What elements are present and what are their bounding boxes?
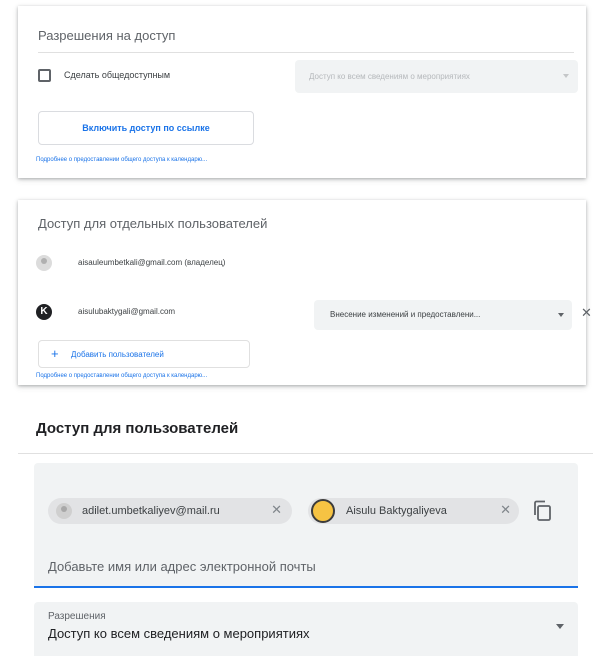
recipient-chip-label: Aisulu Baktygaliyeva [346,505,447,517]
permissions-label: Разрешения [48,611,106,622]
permissions-select[interactable]: Разрешения Доступ ко всем сведениям о ме… [34,602,578,656]
make-public-checkbox[interactable] [38,69,51,82]
avatar: K [36,304,52,320]
divider [18,453,593,454]
user-access-dialog: Доступ для пользователей adilet.umbetkal… [18,406,593,656]
plus-icon: + [51,346,59,361]
public-access-card: Разрешения на доступ Сделать общедоступн… [18,6,586,178]
specific-users-heading: Доступ для отдельных пользователей [38,216,268,231]
add-users-button[interactable]: + Добавить пользователей [38,340,250,368]
invite-input-placeholder[interactable]: Добавьте имя или адрес электронной почты [48,559,316,574]
enable-link-access-button[interactable]: Включить доступ по ссылке [38,111,254,145]
learn-more-link[interactable]: Подробнее о предоставлении общего доступ… [36,373,207,379]
avatar [56,503,72,519]
public-access-heading: Разрешения на доступ [38,28,176,43]
user-row-owner: aisauleumbetkali@gmail.com (владелец) [36,252,578,280]
make-public-label[interactable]: Сделать общедоступным [64,70,170,80]
avatar [36,255,52,271]
permissions-value: Доступ ко всем сведениям о мероприятиях [48,626,310,641]
user-email: aisauleumbetkali@gmail.com (владелец) [78,258,226,267]
input-underline [34,586,578,588]
recipient-chip[interactable]: adilet.umbetkaliyev@mail.ru ✕ [48,498,292,524]
learn-more-link[interactable]: Подробнее о предоставлении общего доступ… [36,157,207,163]
user-access-heading: Доступ для пользователей [36,420,239,437]
divider [38,52,574,53]
public-permission-select[interactable]: Доступ ко всем сведениям о мероприятиях [295,60,578,93]
user-row: K aisulubaktygali@gmail.com Внесение изм… [36,298,578,330]
dropdown-arrow-icon [558,313,564,317]
add-users-label: Добавить пользователей [71,350,164,359]
remove-user-icon[interactable]: ✕ [581,306,592,319]
dropdown-arrow-icon [563,74,569,78]
avatar [311,499,335,523]
specific-users-card: Доступ для отдельных пользователей aisau… [18,200,592,385]
public-permission-value: Доступ ко всем сведениям о мероприятиях [309,72,470,81]
user-permission-value: Внесение изменений и предоставлени... [330,310,481,319]
user-permission-select[interactable]: Внесение изменений и предоставлени... [314,300,572,330]
recipient-chip-label: adilet.umbetkaliyev@mail.ru [82,505,220,517]
remove-chip-icon[interactable]: ✕ [500,502,511,518]
recipient-chip[interactable]: Aisulu Baktygaliyeva ✕ [308,498,519,524]
dropdown-arrow-icon [556,624,564,629]
copy-icon[interactable] [532,500,552,522]
enable-link-access-label: Включить доступ по ссылке [82,123,210,133]
user-email: aisulubaktygali@gmail.com [78,307,176,316]
remove-chip-icon[interactable]: ✕ [271,502,282,518]
